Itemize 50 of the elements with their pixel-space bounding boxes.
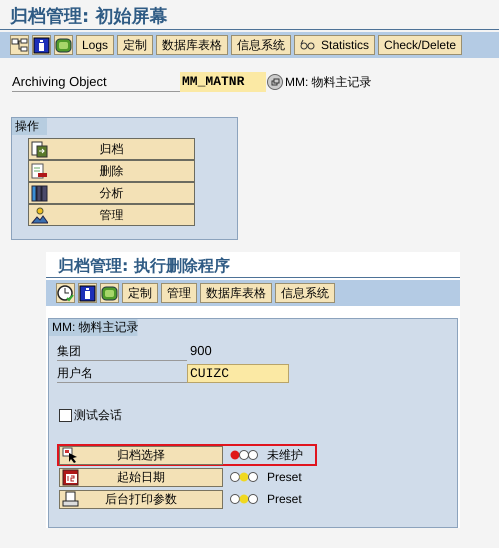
input-field[interactable]: CUIZC <box>187 364 289 382</box>
job-icon <box>101 284 118 302</box>
toolbar-button[interactable]: Logs <box>76 35 114 55</box>
info-icon <box>33 36 50 54</box>
toolbar-button[interactable]: 数据库表格 <box>200 283 272 303</box>
screen-title: 归档管理: 初始屏幕 <box>0 0 499 30</box>
printer-icon <box>62 490 79 508</box>
info-button[interactable] <box>78 283 97 303</box>
cursor-icon <box>62 446 79 464</box>
action-button[interactable]: 删除 <box>29 161 194 181</box>
document-arrow-icon <box>31 140 48 158</box>
toolbar-button[interactable]: Check/Delete <box>378 35 462 55</box>
toolbar-button[interactable]: 管理 <box>161 283 197 303</box>
statistics-button[interactable]: Statistics <box>294 35 376 55</box>
toolbar-button[interactable]: 定制 <box>117 35 154 55</box>
action-button[interactable]: 归档 <box>29 139 194 159</box>
value-help-icon <box>270 78 280 86</box>
columns-icon <box>31 184 48 202</box>
info-button[interactable] <box>32 35 51 55</box>
object-description: MM: 物料主记录 <box>285 74 372 91</box>
status-text: 未维护 <box>267 447 303 464</box>
clock-icon <box>57 284 74 302</box>
calendar-icon <box>62 468 79 486</box>
toolbar-button[interactable]: 信息系统 <box>231 35 292 55</box>
job-icon <box>55 36 72 54</box>
checkbox[interactable] <box>59 408 72 422</box>
clock-button[interactable] <box>56 283 75 303</box>
value-help-button[interactable] <box>267 74 283 90</box>
info-icon <box>79 284 96 302</box>
toolbar-button[interactable]: 数据库表格 <box>156 35 228 55</box>
tree-icon <box>11 36 28 54</box>
input-field[interactable]: MM_MATNR <box>180 72 266 92</box>
action-button[interactable]: 分析 <box>29 183 194 203</box>
step-button[interactable]: 起始日期 <box>59 468 223 486</box>
job-button[interactable] <box>100 283 119 303</box>
document-minus-icon <box>31 162 48 180</box>
step-button[interactable]: 后台打印参数 <box>59 490 223 508</box>
tree-button[interactable] <box>10 35 29 55</box>
screen-title: 归档管理: 执行删除程序 <box>46 252 460 278</box>
status-text: Preset <box>267 491 302 508</box>
person-mountain-icon <box>31 206 48 224</box>
toolbar-button[interactable]: 信息系统 <box>275 283 335 303</box>
toolbar-button[interactable]: 定制 <box>122 283 158 303</box>
checkbox-label: 测试会话 <box>74 407 122 424</box>
job-button[interactable] <box>54 35 73 55</box>
field-value: 900 <box>189 342 212 360</box>
status-text: Preset <box>267 469 302 486</box>
field-label: 集团 <box>57 342 187 360</box>
step-button[interactable]: 归档选择 <box>59 446 223 464</box>
action-button[interactable]: 管理 <box>29 205 194 225</box>
